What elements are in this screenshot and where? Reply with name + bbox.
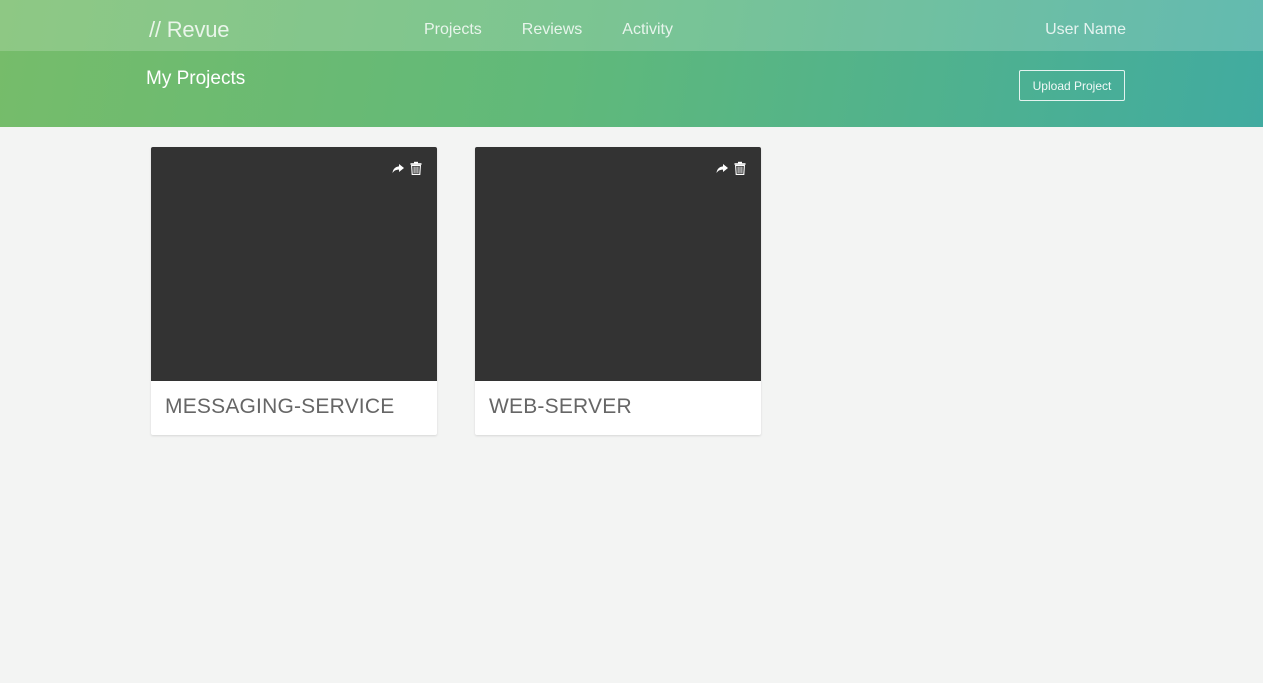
page-title: My Projects — [146, 68, 246, 89]
project-thumbnail — [151, 147, 437, 381]
trash-icon[interactable] — [733, 161, 747, 175]
upload-project-button[interactable]: Upload Project — [1019, 70, 1125, 101]
trash-icon[interactable] — [409, 161, 423, 175]
share-icon[interactable] — [391, 161, 405, 175]
user-menu[interactable]: User Name — [1045, 21, 1126, 39]
project-card[interactable]: WEB-SERVER — [475, 147, 761, 435]
project-name: MESSAGING-SERVICE — [165, 395, 395, 418]
share-icon[interactable] — [715, 161, 729, 175]
nav-item-projects[interactable]: Projects — [424, 21, 482, 39]
card-actions — [715, 161, 747, 175]
page-header: // Revue Projects Reviews Activity User … — [0, 0, 1263, 127]
top-navbar: // Revue Projects Reviews Activity User … — [0, 0, 1263, 51]
project-name: WEB-SERVER — [489, 395, 632, 418]
project-card[interactable]: MESSAGING-SERVICE — [151, 147, 437, 435]
project-grid: MESSAGING-SERVICE WEB-SERVER — [151, 147, 761, 435]
brand-logo[interactable]: // Revue — [149, 17, 230, 43]
project-thumbnail — [475, 147, 761, 381]
card-actions — [391, 161, 423, 175]
main-nav: Projects Reviews Activity — [424, 21, 673, 39]
nav-item-activity[interactable]: Activity — [622, 21, 673, 39]
nav-item-reviews[interactable]: Reviews — [522, 21, 582, 39]
